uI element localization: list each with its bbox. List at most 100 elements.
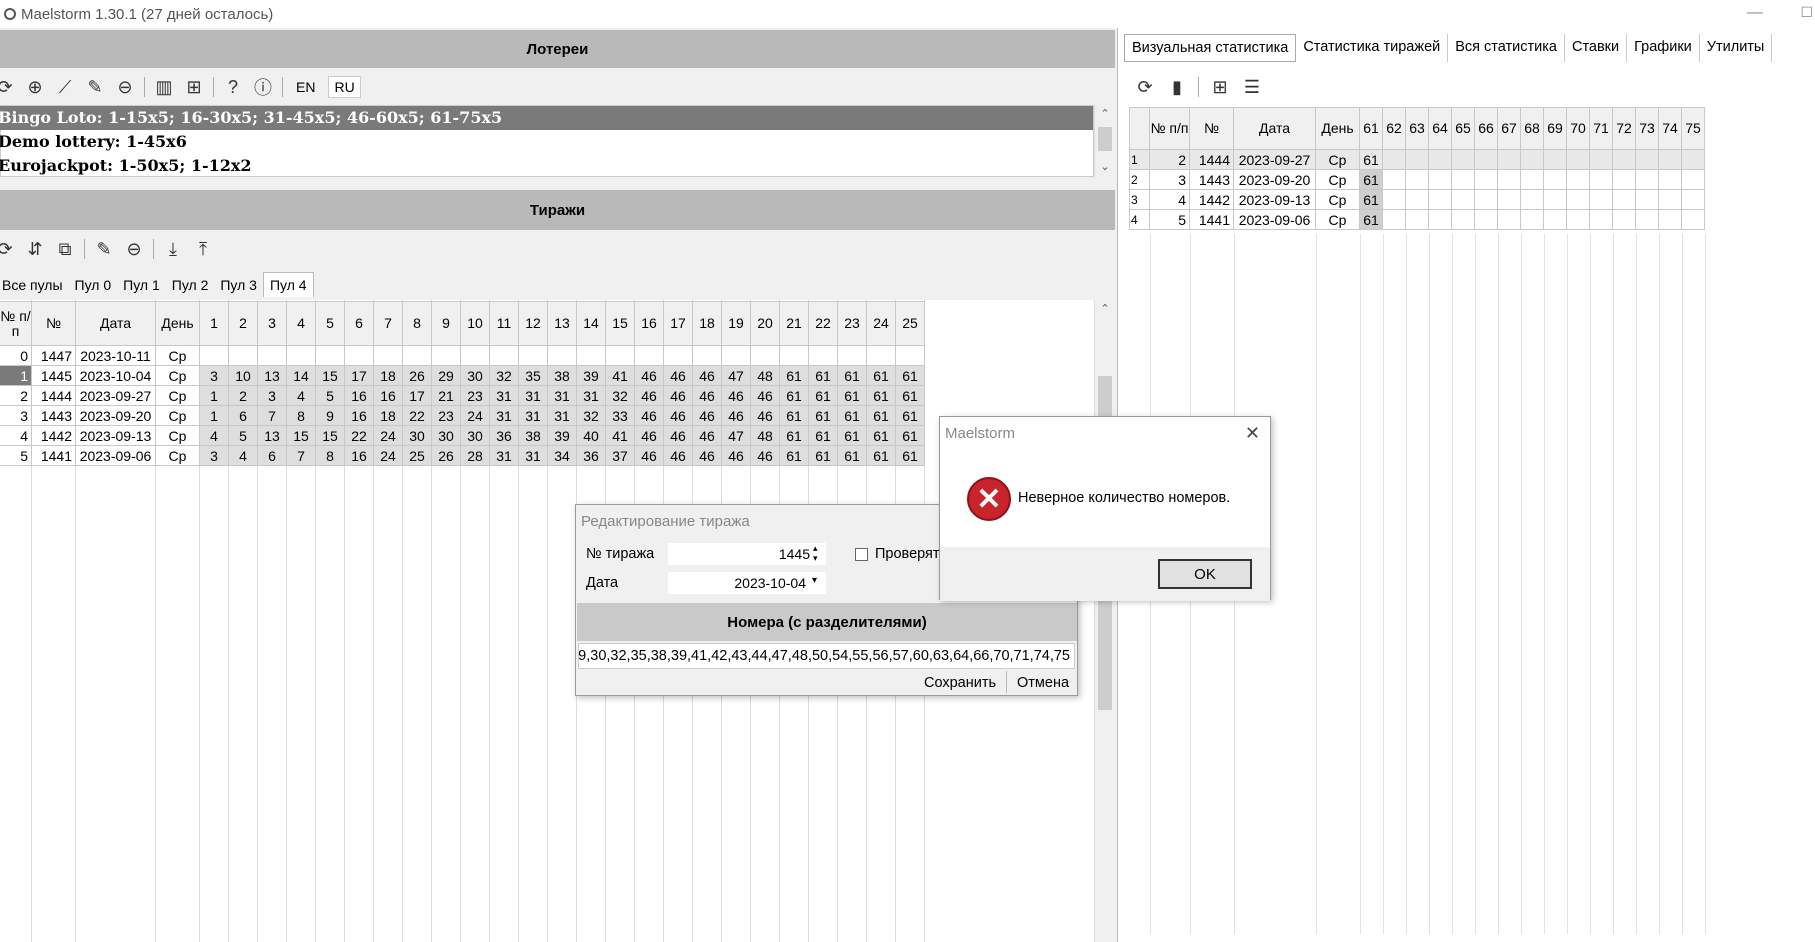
remove-icon[interactable]: ⊖ [123,238,145,260]
column-header[interactable]: 8 [402,301,432,346]
table-row[interactable]: 5 1441 2023-09-06 Ср 3 4 6 7 8 16 24 25 26 28 31 31 34 36… [0,445,925,466]
table-row[interactable]: 2 3 1443 2023-09-20 Ср 61 [1129,169,1705,190]
column-header[interactable]: 12 [518,301,548,346]
column-header[interactable]: День [1315,107,1360,150]
maximize-icon[interactable]: ☐ [1800,4,1813,21]
column-header[interactable]: № п/п [0,301,32,346]
spinner-arrows-icon[interactable]: ▴ ▾ [813,543,818,563]
column-header[interactable]: 13 [547,301,577,346]
dropdown-icon[interactable]: ▾ [812,575,817,586]
edit-icon[interactable]: ✎ [93,238,115,260]
date-picker[interactable]: 2023-10-04 [668,572,826,594]
column-header[interactable]: 11 [489,301,519,346]
grid-icon[interactable]: ⊞ [1209,76,1231,98]
column-header[interactable]: 68 [1520,107,1544,150]
export-icon[interactable]: ⤒ [192,238,214,260]
column-header[interactable]: 16 [634,301,664,346]
column-header[interactable]: День [155,301,200,346]
table-row[interactable]: 4 5 1441 2023-09-06 Ср 61 [1129,209,1705,230]
refresh-icon[interactable]: ⟳ [0,238,16,260]
column-header[interactable]: 9 [431,301,461,346]
column-header[interactable]: 71 [1589,107,1613,150]
tree-icon[interactable]: ⊞ [183,76,205,98]
column-header[interactable]: 67 [1497,107,1521,150]
draws-scrollbar[interactable]: ⌃ [1094,300,1115,942]
tab-draw-stats[interactable]: Статистика тиражей [1296,34,1449,62]
refresh-icon[interactable]: ⟳ [0,76,16,98]
column-header[interactable]: 19 [721,301,751,346]
column-header[interactable]: 18 [692,301,722,346]
table-row[interactable]: 4 1442 2023-09-13 Ср 4 5 13 15 15 22 24 30 30 30 36 38 3… [0,425,925,446]
column-header[interactable]: 24 [866,301,896,346]
lottery-item[interactable]: Demo lottery: 1-45x6 [0,130,1093,154]
column-header[interactable]: 1 [199,301,229,346]
copy-icon[interactable]: ⧉ [54,238,76,260]
list-icon[interactable]: ☰ [1241,76,1263,98]
column-header[interactable]: 2 [228,301,258,346]
column-header[interactable]: 14 [576,301,606,346]
column-header[interactable]: № п/п [1149,107,1190,150]
tab-pool-4[interactable]: Пул 4 [262,272,314,297]
lottery-item[interactable]: Bingo Loto: 1-15x5; 16-30x5; 31-45x5; 46… [0,106,1093,130]
edit-icon[interactable]: ✎ [84,76,106,98]
column-header[interactable]: 69 [1543,107,1567,150]
tab-pool-3[interactable]: Пул 3 [214,273,263,297]
column-header[interactable]: 7 [373,301,403,346]
save-button[interactable]: Сохранить [924,675,996,691]
table-row[interactable]: 3 1443 2023-09-20 Ср 1 6 7 8 9 16 18 22 23 24 31 31 31 32… [0,405,925,426]
column-header[interactable]: 5 [315,301,345,346]
add-icon[interactable]: ⊕ [24,76,46,98]
column-header[interactable]: 74 [1658,107,1682,150]
import-icon[interactable]: ⤓ [162,238,184,260]
column-header[interactable]: 65 [1451,107,1475,150]
copy-icon[interactable]: ▮ [1166,76,1188,98]
table-row[interactable]: 2 1444 2023-09-27 Ср 1 2 3 4 5 16 16 17 21 23 31 31 31 31… [0,385,925,406]
column-header[interactable]: Дата [75,301,156,346]
tab-pool-0[interactable]: Пул 0 [69,273,118,297]
tab-bets[interactable]: Ставки [1565,34,1628,62]
column-header[interactable]: № [1189,107,1234,150]
column-header[interactable]: 62 [1382,107,1406,150]
minimize-icon[interactable]: — [1747,4,1763,22]
numbers-input[interactable]: 3,10,13,14,15,17,18,26,29,30,32,35,38,39… [578,643,1075,669]
tab-pool-1[interactable]: Пул 1 [117,273,166,297]
lottery-item[interactable]: Eurojackpot: 1-50x5; 1-12x2 [0,154,1093,178]
column-header[interactable]: Дата [1233,107,1316,150]
column-header[interactable]: 72 [1612,107,1636,150]
wand-icon[interactable]: ⟋ [54,76,76,98]
column-header[interactable]: 61 [1359,107,1383,150]
column-header[interactable]: 23 [837,301,867,346]
column-header[interactable]: 6 [344,301,374,346]
cancel-button[interactable]: Отмена [1017,675,1069,691]
remove-icon[interactable]: ⊖ [114,76,136,98]
tab-charts[interactable]: Графики [1627,34,1700,62]
lang-en-button[interactable]: EN [291,77,320,97]
ok-button[interactable]: OK [1158,559,1252,589]
column-header[interactable]: 75 [1681,107,1705,150]
column-header[interactable]: 10 [460,301,490,346]
column-header[interactable]: 4 [286,301,316,346]
check-checkbox[interactable] [855,548,868,561]
table-row[interactable]: 1 2 1444 2023-09-27 Ср 61 [1129,149,1705,170]
scroll-up-icon[interactable]: ⌃ [1095,302,1115,315]
column-header[interactable]: 20 [750,301,780,346]
lang-ru-button[interactable]: RU [328,76,361,98]
tab-utilities[interactable]: Утилиты [1700,34,1773,62]
tab-visual-stats[interactable]: Визуальная статистика [1124,34,1297,62]
column-header[interactable]: 15 [605,301,635,346]
column-header[interactable]: 22 [808,301,838,346]
column-header[interactable]: 21 [779,301,809,346]
columns-icon[interactable]: ▥ [153,76,175,98]
column-header[interactable]: 3 [257,301,287,346]
info-icon[interactable]: ⓘ [252,76,274,98]
column-header[interactable]: 70 [1566,107,1590,150]
column-header[interactable]: № [31,301,76,346]
tab-pool-2[interactable]: Пул 2 [166,273,215,297]
table-row[interactable]: 0 1447 2023-10-11 Ср [0,345,925,366]
column-header[interactable]: 17 [663,301,693,346]
sort-icon[interactable]: ⇵ [24,238,46,260]
close-icon[interactable]: ✕ [1245,423,1260,444]
column-header[interactable]: 66 [1474,107,1498,150]
help-icon[interactable]: ? [222,76,244,98]
table-row[interactable]: 1 1445 2023-10-04 Ср 3 10 13 14 15 17 18 26 29 30 32 35… [0,365,925,386]
